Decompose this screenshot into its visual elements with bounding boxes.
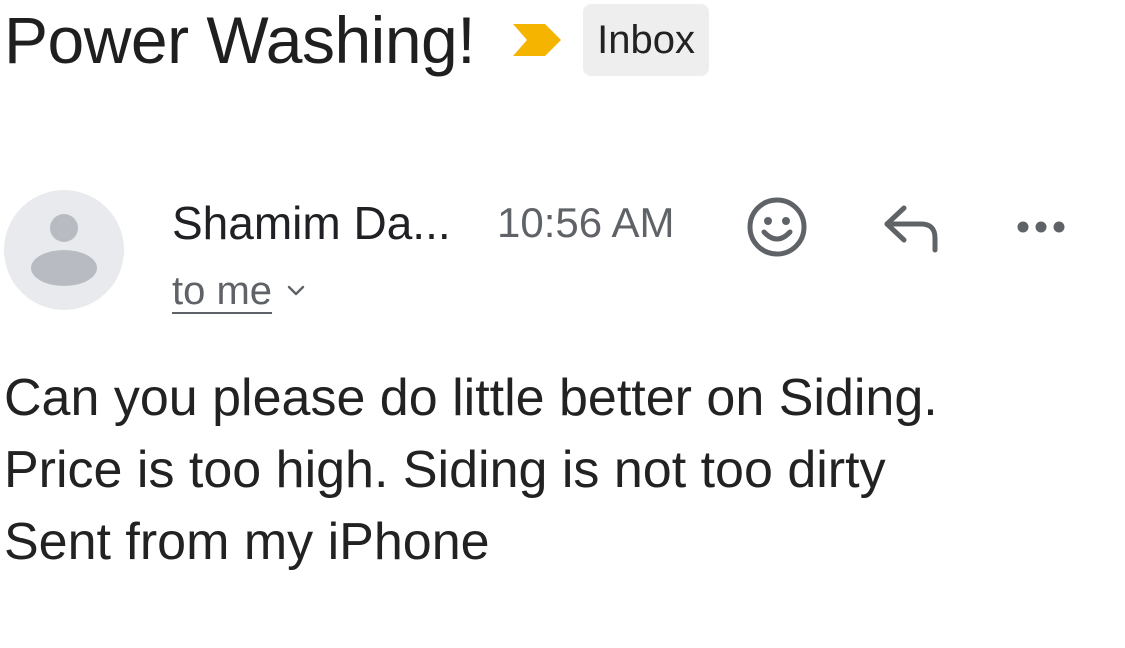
recipient-details-toggle[interactable]: to me	[172, 266, 306, 316]
reply-button[interactable]	[874, 194, 944, 260]
subject-row: Power Washing! Inbox	[4, 0, 709, 80]
inbox-label-chip[interactable]: Inbox	[583, 4, 709, 76]
more-horizontal-icon	[1017, 221, 1065, 233]
sender-name[interactable]: Shamim Da...	[172, 196, 451, 250]
importance-marker-icon[interactable]	[511, 20, 563, 60]
sender-avatar[interactable]	[4, 190, 124, 310]
message-signature: Sent from my iPhone	[4, 513, 490, 571]
more-options-button[interactable]	[1006, 194, 1076, 260]
inbox-label-text: Inbox	[597, 17, 695, 62]
person-avatar-icon	[31, 214, 97, 286]
emoji-smile-icon	[747, 197, 807, 257]
message-body-line: Price is too high. Siding is not too dir…	[4, 441, 886, 499]
message-time: 10:56 AM	[497, 199, 675, 246]
message-body: Can you please do little better on Sidin…	[4, 362, 1114, 578]
message-body-line: Can you please do little better on Sidin…	[4, 369, 938, 427]
add-reaction-button[interactable]	[742, 194, 812, 260]
recipient-text: to me	[172, 269, 273, 313]
chevron-down-icon	[287, 285, 305, 296]
reply-icon	[884, 205, 938, 253]
email-subject: Power Washing!	[4, 3, 476, 77]
